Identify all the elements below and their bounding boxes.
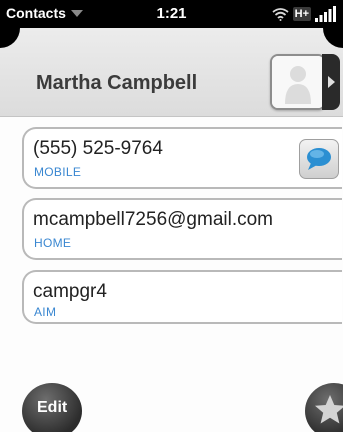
person-silhouette-icon bbox=[272, 56, 324, 108]
chevron-right-icon bbox=[322, 54, 340, 110]
email-address: mcampbell7256@gmail.com bbox=[33, 209, 273, 230]
message-button[interactable] bbox=[299, 139, 339, 179]
signal-icon bbox=[315, 6, 336, 22]
im-entry[interactable]: campgr4 AIM bbox=[22, 270, 342, 324]
contact-detail-screen: Contacts 1:21 H+ Martha Campbell (555) 5… bbox=[0, 0, 343, 432]
contact-photo-button[interactable] bbox=[270, 54, 340, 110]
network-type-badge: H+ bbox=[292, 7, 311, 21]
status-bar: Contacts 1:21 H+ bbox=[0, 0, 343, 28]
favorite-button[interactable] bbox=[305, 383, 343, 432]
im-handle: campgr4 bbox=[33, 281, 107, 302]
email-label: HOME bbox=[34, 236, 72, 250]
contact-header: Martha Campbell bbox=[0, 28, 343, 117]
edit-button-label: Edit bbox=[37, 399, 68, 416]
phone-label: MOBILE bbox=[34, 165, 82, 179]
email-entry[interactable]: mcampbell7256@gmail.com HOME bbox=[22, 198, 342, 260]
phone-number: (555) 525-9764 bbox=[33, 138, 163, 159]
speech-bubble-icon bbox=[307, 148, 331, 170]
edit-button[interactable]: Edit bbox=[22, 383, 82, 432]
status-icons: H+ bbox=[272, 4, 337, 24]
wifi-icon bbox=[272, 8, 289, 21]
contact-photo bbox=[270, 54, 326, 110]
contact-name: Martha Campbell bbox=[36, 72, 198, 94]
phone-entry[interactable]: (555) 525-9764 MOBILE bbox=[22, 127, 342, 189]
star-icon bbox=[315, 395, 343, 424]
im-label: AIM bbox=[34, 305, 57, 319]
